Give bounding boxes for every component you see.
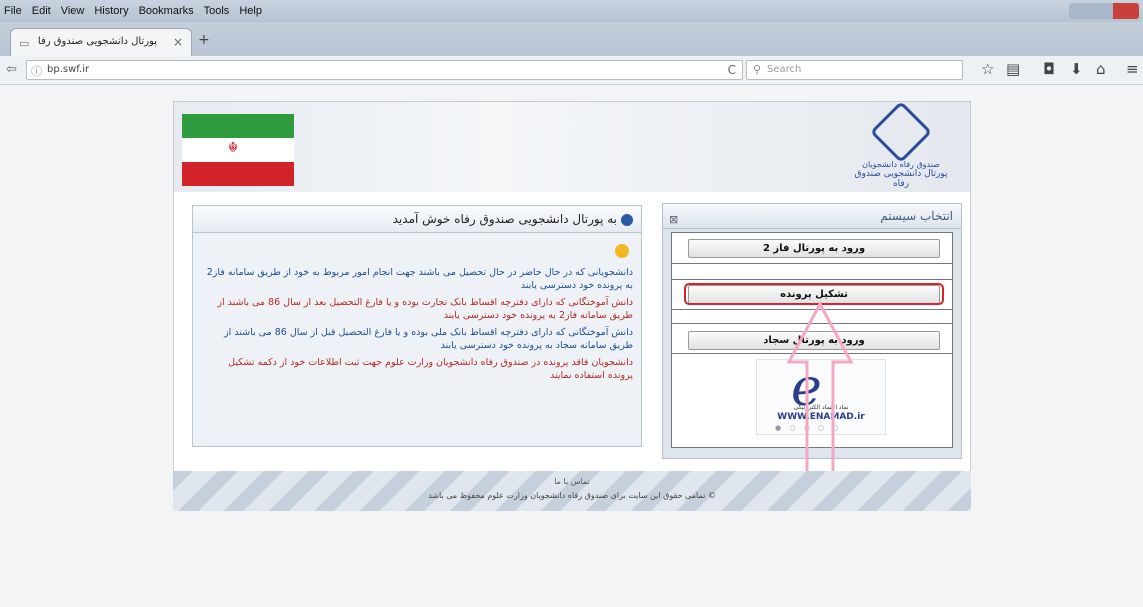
menu-file[interactable]: File xyxy=(4,0,22,22)
star-icon[interactable]: ☆ xyxy=(981,60,994,78)
search-placeholder[interactable]: Search xyxy=(767,64,801,75)
url-text[interactable]: bp.swf.ir xyxy=(47,64,89,75)
swf-logo: صندوق رفاه دانشجویان پورتال دانشجویی صند… xyxy=(846,100,956,189)
welcome-panel: به پورتال دانشجویی صندوق رفاه خوش آمدید … xyxy=(192,205,642,447)
home-icon[interactable]: ⌂ xyxy=(1096,60,1106,78)
window-close-button[interactable] xyxy=(1113,3,1139,19)
welcome-paragraph: دانش آموختگانی که دارای دفترچه اقساط بان… xyxy=(224,327,633,351)
menu-bookmarks[interactable]: Bookmarks xyxy=(139,0,194,22)
nav-bar: ⇦ ⓘ bp.swf.ir C ⚲ Search xyxy=(0,56,1143,85)
pocket-icon[interactable]: ◘ xyxy=(1043,60,1055,78)
site-favicon-icon: ▭ xyxy=(19,37,30,50)
divider xyxy=(672,263,952,264)
header-banner: ☬ صندوق رفاه دانشجویان پورتال دانشجویی ص… xyxy=(174,100,970,192)
contact-link[interactable]: تماس با ما xyxy=(173,477,971,486)
welcome-paragraph: دانشجویان فاقد پرونده در صندوق رفاه دانش… xyxy=(228,357,633,381)
menu-tools[interactable]: Tools xyxy=(204,0,230,22)
iran-flag-image: ☬ xyxy=(182,114,294,188)
logo-caption-1: صندوق رفاه دانشجویان xyxy=(862,160,940,169)
address-bar[interactable]: ⓘ bp.swf.ir C xyxy=(26,60,743,80)
phase2-portal-button[interactable]: ورود به پورتال فاز 2 xyxy=(688,239,940,258)
back-arrow-icon[interactable]: ⇦ xyxy=(6,62,17,77)
menu-help[interactable]: Help xyxy=(239,0,262,22)
minimize-icon[interactable]: ⊠ xyxy=(669,208,678,232)
menu-view[interactable]: View xyxy=(61,0,85,22)
logo-mark-icon xyxy=(869,100,933,164)
system-header: انتخاب سیستم ⊠ xyxy=(663,204,961,229)
menu-history[interactable]: History xyxy=(94,0,128,22)
info-icon[interactable]: ⓘ xyxy=(31,63,42,79)
copyright-text: © تمامی حقوق این سایت برای صندوق رفاه دا… xyxy=(428,491,716,500)
menu-edit[interactable]: Edit xyxy=(32,0,51,22)
download-icon[interactable]: ⬇ xyxy=(1070,60,1083,78)
divider xyxy=(672,279,952,280)
welcome-paragraph: دانش آموختگانی که دارای دفترچه اقساط بان… xyxy=(217,297,633,321)
new-tab-button[interactable]: + xyxy=(198,32,210,48)
tab-portal[interactable]: ▭ پورتال دانشجویی صندوق رفاه × xyxy=(10,28,192,57)
pink-up-arrow-icon xyxy=(786,300,854,492)
footer: تماس با ما © تمامی حقوق این سایت برای صن… xyxy=(173,471,971,511)
welcome-paragraph: دانشجویانی که در حال حاضر در حال تحصیل م… xyxy=(206,267,633,291)
system-title: انتخاب سیستم xyxy=(880,209,953,223)
menu-icon[interactable]: ≡ xyxy=(1126,60,1139,78)
lightbulb-icon xyxy=(615,244,629,258)
tab-close-icon[interactable]: × xyxy=(173,35,183,49)
tab-title: پورتال دانشجویی صندوق رفاه xyxy=(37,36,157,47)
welcome-body: دانشجویانی که در حال حاضر در حال تحصیل م… xyxy=(201,266,633,386)
library-icon[interactable]: ▤ xyxy=(1006,60,1020,78)
welcome-header: به پورتال دانشجویی صندوق رفاه خوش آمدید xyxy=(193,206,641,233)
globe-icon xyxy=(621,213,633,226)
search-box[interactable]: ⚲ Search xyxy=(746,60,963,80)
tab-bar: ▭ پورتال دانشجویی صندوق رفاه × + xyxy=(0,22,1143,57)
window-controls[interactable] xyxy=(1069,3,1139,19)
welcome-title: به پورتال دانشجویی صندوق رفاه خوش آمدید xyxy=(392,212,617,226)
reload-icon[interactable]: C xyxy=(728,63,736,77)
search-icon: ⚲ xyxy=(753,63,762,76)
logo-caption-2: پورتال دانشجویی صندوق رفاه xyxy=(854,169,948,189)
menu-bar: File Edit View History Bookmarks Tools Help xyxy=(0,0,1143,22)
